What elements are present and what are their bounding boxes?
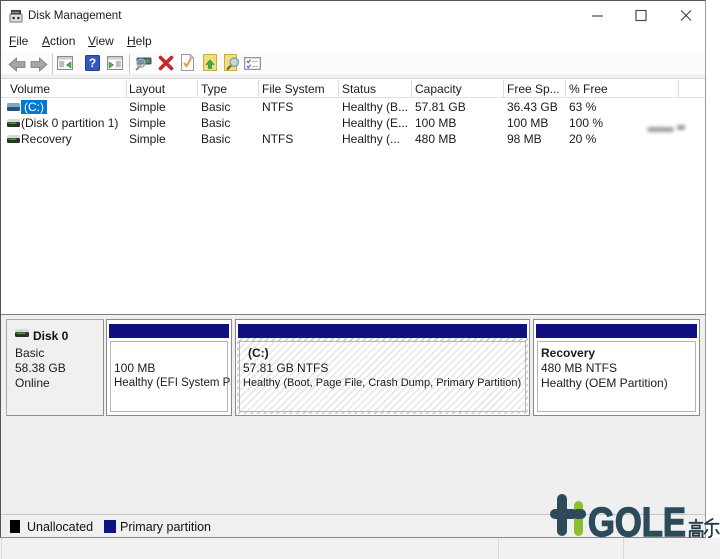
svg-text:?: ? (89, 56, 96, 70)
svg-text:GOLE: GOLE (588, 499, 686, 538)
